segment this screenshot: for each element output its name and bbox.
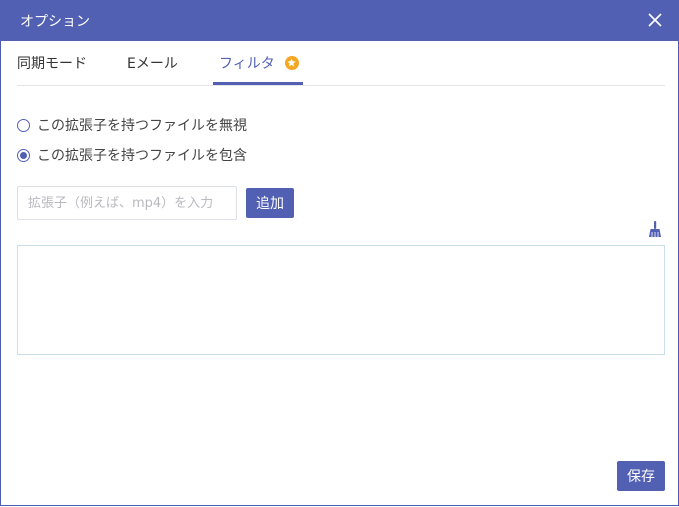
- tab-label: Eメール: [127, 55, 178, 72]
- tab-label: フィルタ: [219, 55, 275, 72]
- tab-filter[interactable]: フィルタ: [213, 41, 303, 85]
- radio-button-checked[interactable]: [17, 148, 30, 162]
- radio-button[interactable]: [17, 118, 30, 132]
- tab-sync-mode[interactable]: 同期モード: [17, 41, 87, 84]
- save-button[interactable]: 保存: [617, 461, 665, 491]
- options-dialog: オプション 同期モード Eメール フィルタ この拡張子を持つファイルを無視 この…: [0, 0, 679, 506]
- tab-bar: 同期モード Eメール フィルタ: [17, 41, 665, 86]
- add-button[interactable]: 追加: [246, 188, 294, 218]
- option-label: この拡張子を持つファイルを無視: [37, 118, 247, 134]
- include-extensions-option[interactable]: この拡張子を持つファイルを包含: [17, 145, 247, 165]
- dialog-title: オプション: [20, 13, 90, 30]
- close-icon[interactable]: [646, 11, 664, 29]
- tab-email[interactable]: Eメール: [127, 41, 178, 84]
- extension-list[interactable]: [17, 245, 665, 355]
- title-bar: オプション: [0, 0, 679, 41]
- broom-icon[interactable]: [647, 220, 663, 238]
- ignore-extensions-option[interactable]: この拡張子を持つファイルを無視: [17, 115, 247, 135]
- option-label: この拡張子を持つファイルを包含: [37, 148, 247, 164]
- star-badge-icon: [284, 55, 299, 70]
- active-tab-indicator: [213, 82, 303, 85]
- tab-label: 同期モード: [17, 55, 87, 72]
- extension-input[interactable]: [17, 186, 237, 220]
